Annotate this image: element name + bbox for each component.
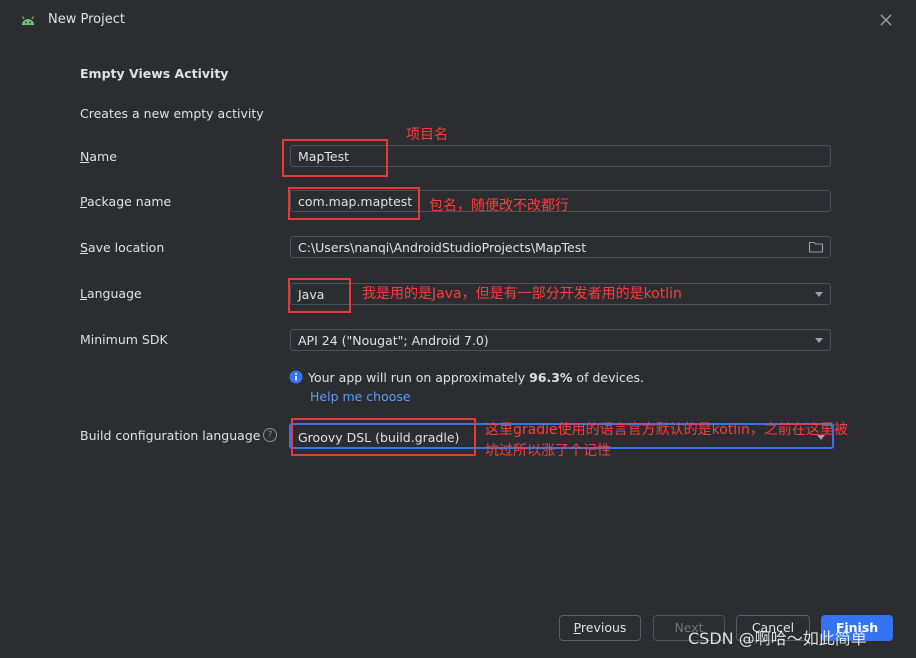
help-me-choose-link[interactable]: Help me choose (310, 389, 411, 404)
annotation-name: 项目名 (406, 127, 448, 143)
min-sdk-dropdown[interactable]: API 24 ("Nougat"; Android 7.0) (290, 329, 831, 351)
package-label: Package name (80, 194, 172, 209)
annotation-box-build (291, 418, 476, 456)
device-coverage-text: Your app will run on approximately 96.3%… (308, 370, 644, 385)
build-config-label: Build configuration language (80, 428, 261, 443)
chevron-down-icon (815, 292, 823, 297)
annotation-box-package (288, 187, 420, 220)
android-icon (21, 16, 35, 25)
min-sdk-label: Minimum SDK (80, 332, 168, 347)
min-sdk-value: API 24 ("Nougat"; Android 7.0) (298, 333, 489, 348)
annotation-box-name (282, 139, 388, 177)
chevron-down-icon (815, 338, 823, 343)
close-icon[interactable] (876, 10, 896, 30)
name-label: Name (80, 149, 117, 164)
title-bar: New Project (0, 0, 916, 40)
watermark: CSDN @啊哈～如此简单 (688, 629, 867, 648)
info-icon (289, 370, 303, 384)
save-location-value: C:\Users\nanqi\AndroidStudioProjects\Map… (298, 240, 587, 255)
section-description: Creates a new empty activity (80, 106, 264, 121)
previous-button[interactable]: Previous (559, 615, 641, 641)
annotation-language: 我是用的是Java，但是有一部分开发者用的是kotlin (362, 286, 682, 302)
section-title: Empty Views Activity (80, 66, 229, 81)
language-label: Language (80, 286, 142, 301)
annotation-package: 包名，随便改不改都行 (429, 198, 569, 214)
save-location-field[interactable]: C:\Users\nanqi\AndroidStudioProjects\Map… (290, 236, 831, 258)
folder-icon[interactable] (808, 240, 824, 254)
save-location-label: Save location (80, 240, 165, 255)
annotation-box-language (288, 278, 351, 313)
annotation-build-line2: 坑过所以涨了个记性 (485, 443, 611, 459)
window-title: New Project (48, 12, 125, 27)
help-question-icon[interactable]: ? (263, 428, 277, 442)
annotation-build-line1: 这里gradle使用的语言官方默认的是kotlin，之前在这里被 (485, 422, 848, 438)
